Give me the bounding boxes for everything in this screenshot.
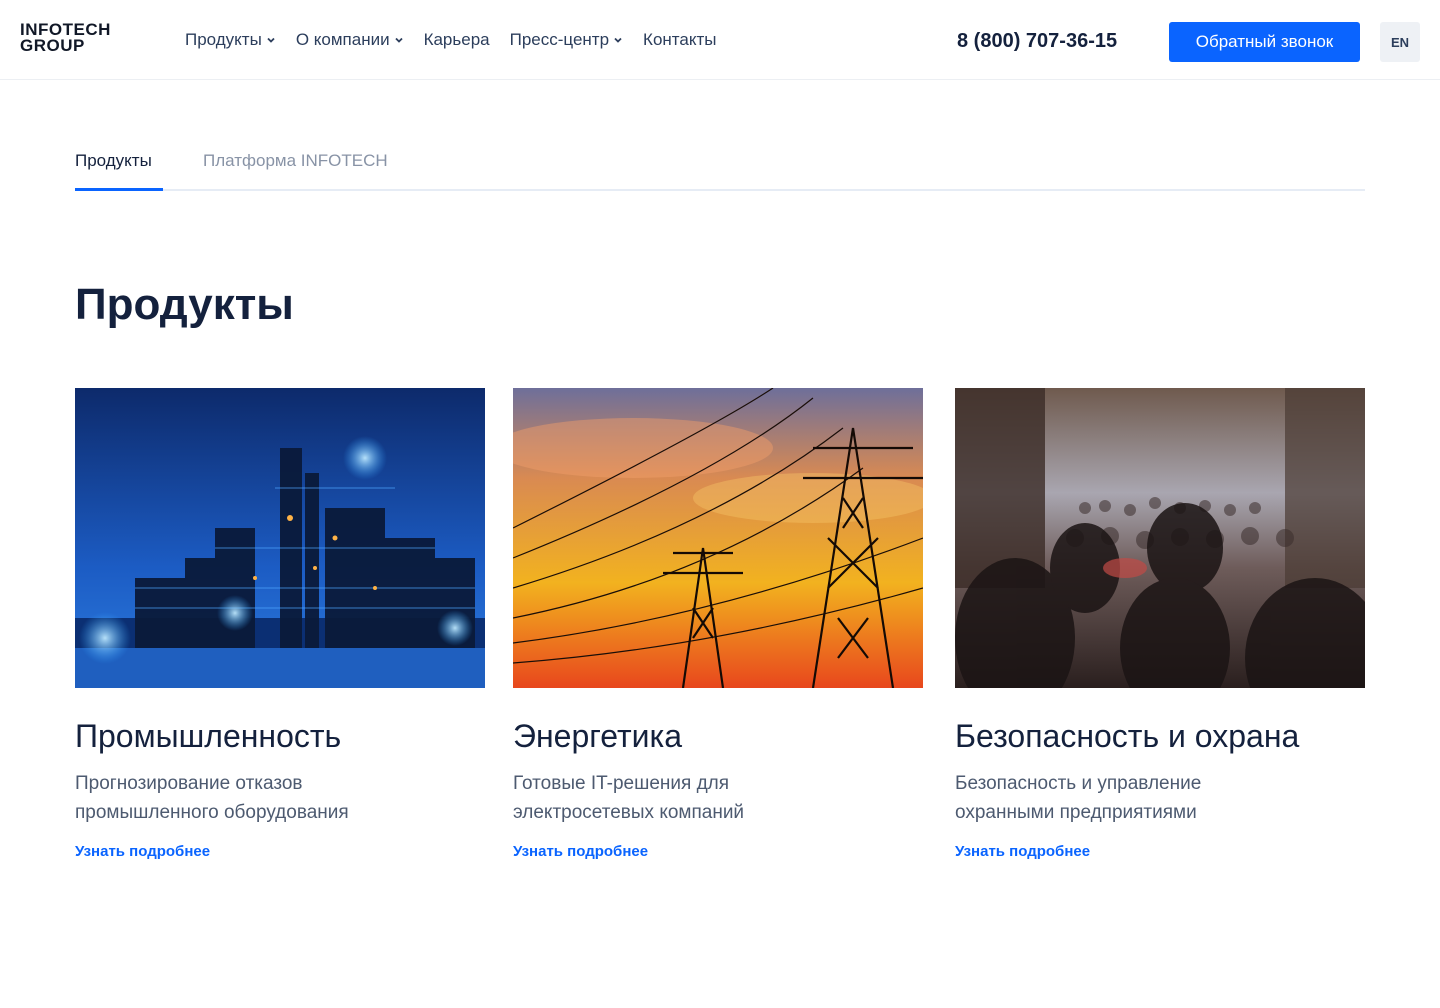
nav-item-press[interactable]: Пресс-центр [510,30,623,50]
infotech-logo[interactable]: INFOTECH GROUP [20,21,120,58]
section-tabs: Продукты Платформа INFOTECH [75,140,1365,191]
nav-item-label: Пресс-центр [509,30,610,49]
learn-more-link[interactable]: Узнать подробнее [513,843,648,860]
nav-item-label: Карьера [423,30,490,49]
nav-item-label: Продукты [185,30,262,49]
card-description: Готовые IT-решения для электросетевых ко… [513,773,745,823]
main-nav: Продукты О компании Карьера Пресс-центр … [185,30,716,50]
page-title: Продукты [75,280,294,329]
nav-item-career[interactable]: Карьера [424,30,490,50]
learn-more-link[interactable]: Узнать подробнее [955,843,1090,860]
nav-item-products[interactable]: Продукты [185,30,276,50]
nav-item-label: Контакты [643,30,717,49]
learn-more-link[interactable]: Узнать подробнее [75,843,210,860]
card-description: Безопасность и управление охранными пред… [955,773,1202,823]
chevron-down-icon [614,37,622,43]
industrial-plant-image[interactable] [75,388,485,688]
nav-item-contacts[interactable]: Контакты [643,30,716,50]
card-title: Безопасность и охрана [955,718,1300,754]
logo-line-2: GROUP [20,36,85,55]
card-description: Прогнозирование отказов промышленного об… [75,773,349,823]
phone-number[interactable]: 8 (800) 707-36-15 [957,30,1117,53]
power-lines-image[interactable] [513,388,923,688]
language-switch[interactable]: EN [1380,22,1420,62]
crowd-image[interactable] [955,388,1365,688]
product-card-energy[interactable]: Энергетика Готовые IT-решения для электр… [513,388,923,861]
card-title: Энергетика [513,718,682,754]
nav-item-about[interactable]: О компании [296,30,404,50]
callback-button[interactable]: Обратный звонок [1169,22,1360,62]
tab-products[interactable]: Продукты [75,151,163,191]
product-card-security[interactable]: Безопасность и охрана Безопасность и упр… [955,388,1365,861]
site-header: INFOTECH GROUP Продукты О компании Карье… [0,0,1440,80]
nav-item-label: О компании [295,30,390,49]
product-card-industry[interactable]: Промышленность Прогнозирование отказов п… [75,388,485,861]
chevron-down-icon [394,37,403,43]
chevron-down-icon [267,37,275,43]
tab-platform[interactable]: Платформа INFOTECH [203,151,388,171]
card-title: Промышленность [75,718,342,754]
